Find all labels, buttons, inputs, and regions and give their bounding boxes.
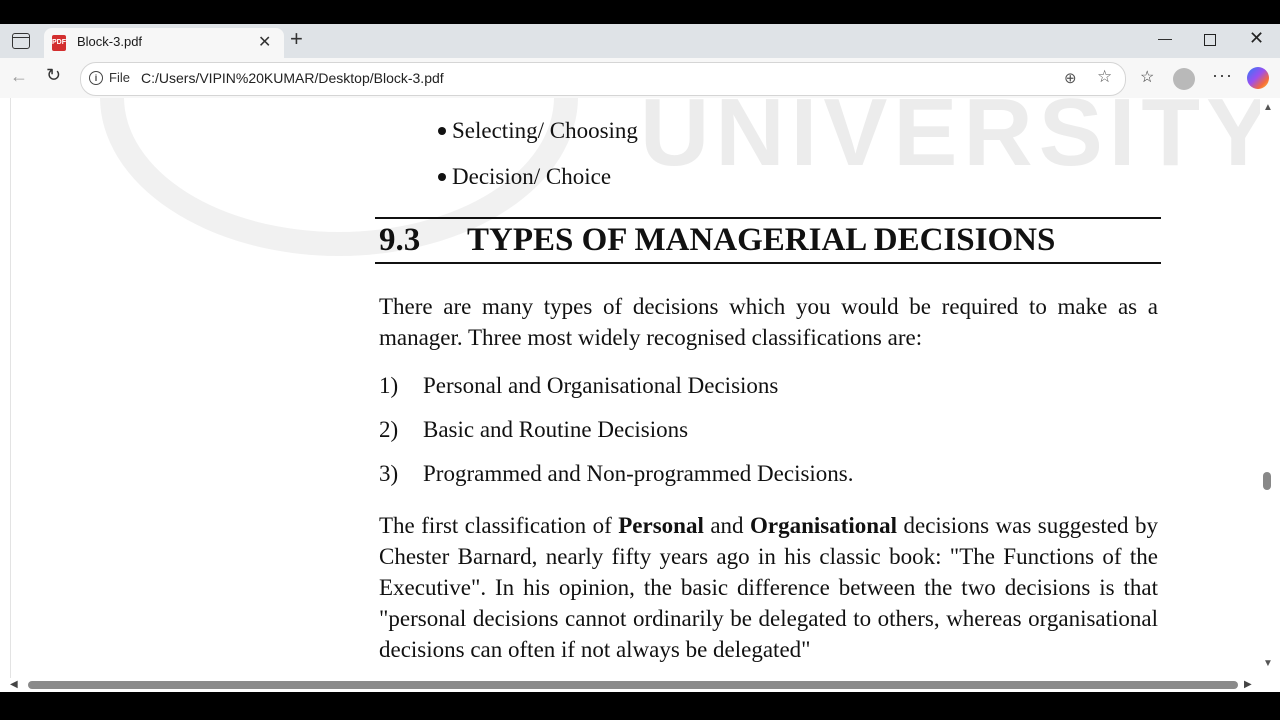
bullet-item: Decision/ Choice <box>438 164 611 190</box>
favorites-icon[interactable]: ☆ <box>1140 67 1154 87</box>
para-bold-personal: Personal <box>618 513 704 538</box>
scroll-right-icon[interactable]: ▶ <box>1244 679 1252 690</box>
list-item: 1) Personal and Organisational Decisions <box>379 373 778 399</box>
list-number: 2) <box>379 417 399 442</box>
info-icon[interactable]: i <box>89 71 103 85</box>
title-strip <box>0 0 1280 24</box>
para-text: and <box>703 513 751 538</box>
back-icon[interactable]: ← <box>10 66 28 87</box>
address-scheme: File <box>109 70 130 85</box>
scroll-left-icon[interactable]: ◀ <box>10 679 18 690</box>
list-number: 3) <box>379 461 399 486</box>
list-text: Programmed and Non-programmed Decisions. <box>423 461 854 486</box>
list-item: 3) Programmed and Non-programmed Decision… <box>379 461 854 487</box>
tab-block-3-pdf[interactable]: PDF Block-3.pdf ✕ <box>44 28 284 58</box>
section-number: 9.3 <box>379 222 421 258</box>
heading-rule-top <box>375 217 1161 219</box>
para-bold-organisational: Organisational <box>750 513 897 538</box>
pdf-viewport[interactable]: UNIVERSITY Selecting/ Choosing Decision/… <box>0 98 1280 678</box>
star-icon[interactable]: ☆ <box>1097 67 1112 87</box>
scroll-up-icon[interactable]: ▲ <box>1263 102 1273 113</box>
close-icon[interactable]: ✕ <box>258 32 271 52</box>
profile-icon[interactable] <box>1173 68 1195 90</box>
pdf-page: Selecting/ Choosing Decision/ Choice 9.3… <box>0 98 1280 678</box>
zoom-icon[interactable]: ⊕ <box>1064 69 1077 87</box>
bottom-strip <box>0 692 1280 720</box>
classification-paragraph: The first classification of Personal and… <box>379 510 1158 665</box>
browser-toolbar: ← ↻ i File C:/Users/VIPIN%20KUMAR/Deskto… <box>0 58 1280 98</box>
address-bar[interactable]: i File C:/Users/VIPIN%20KUMAR/Desktop/Bl… <box>80 62 1126 96</box>
bullet-text: Selecting/ Choosing <box>452 118 638 143</box>
para-text: The first classification of <box>379 513 619 538</box>
vertical-scrollbar[interactable] <box>1260 98 1280 678</box>
pdf-icon: PDF <box>52 35 66 51</box>
tab-title: Block-3.pdf <box>77 34 143 49</box>
address-url[interactable]: C:/Users/VIPIN%20KUMAR/Desktop/Block-3.p… <box>141 70 444 86</box>
reload-icon[interactable]: ↻ <box>46 65 61 86</box>
list-item: 2) Basic and Routine Decisions <box>379 417 688 443</box>
close-window-icon[interactable]: ✕ <box>1249 28 1264 49</box>
scroll-corner <box>1260 678 1280 692</box>
tab-actions-icon[interactable] <box>12 33 30 49</box>
restore-icon[interactable] <box>1204 34 1216 46</box>
bullet-icon <box>438 172 446 181</box>
minimize-icon[interactable]: — <box>1158 30 1172 46</box>
scroll-down-icon[interactable]: ▼ <box>1263 658 1273 669</box>
heading-rule-bottom <box>375 262 1161 264</box>
list-text: Basic and Routine Decisions <box>423 417 689 442</box>
more-icon[interactable]: ··· <box>1212 65 1233 86</box>
bullet-text: Decision/ Choice <box>452 164 612 189</box>
plus-icon[interactable]: + <box>290 26 303 52</box>
list-number: 1) <box>379 373 399 398</box>
bullet-item: Selecting/ Choosing <box>438 118 638 144</box>
intro-paragraph: There are many types of decisions which … <box>379 294 1158 350</box>
section-title: TYPES OF MANAGERIAL DECISIONS <box>467 222 1056 258</box>
vertical-scroll-thumb[interactable] <box>1263 472 1271 490</box>
section-heading: 9.3 TYPES OF MANAGERIAL DECISIONS <box>379 222 1055 259</box>
bullet-icon <box>438 126 446 135</box>
copilot-icon[interactable] <box>1247 67 1269 89</box>
horizontal-scroll-thumb[interactable] <box>28 681 1238 689</box>
list-text: Personal and Organisational Decisions <box>423 373 779 398</box>
